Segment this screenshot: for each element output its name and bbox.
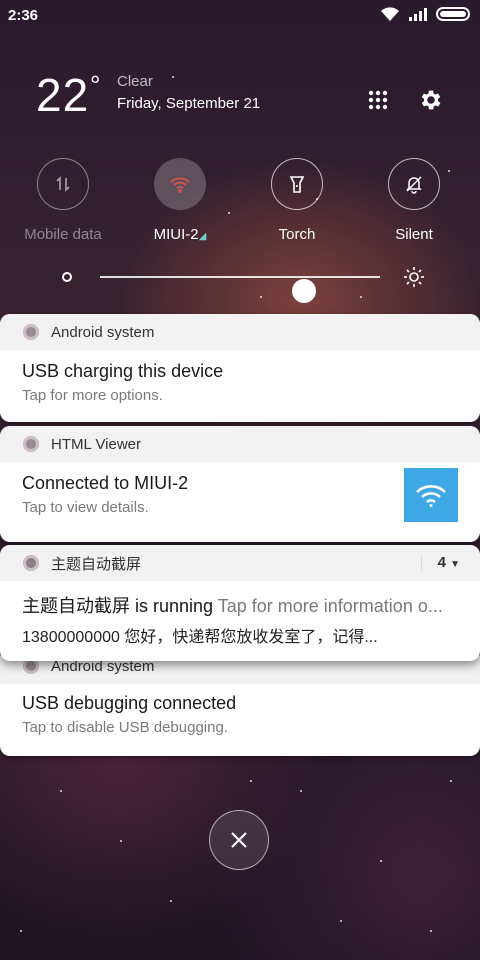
- notification-app-name: HTML Viewer: [51, 435, 142, 453]
- android-system-icon: [23, 324, 39, 340]
- expand-triangle-icon: ▼: [450, 559, 460, 570]
- toggle-mobile-data[interactable]: Mobile data: [8, 158, 118, 243]
- brightness-slider[interactable]: [100, 276, 380, 303]
- notification-text: Tap to disable USB debugging.: [22, 719, 228, 736]
- notification-usb-charging[interactable]: Android system USB charging this device …: [0, 314, 480, 422]
- notification-title: USB debugging connected: [22, 693, 237, 713]
- wifi-status-icon: [380, 6, 400, 22]
- notification-title: Connected to MIUI-2: [22, 473, 189, 493]
- close-icon: [231, 832, 247, 848]
- notification-count: 4: [437, 554, 446, 571]
- notification-app-name: 主题自动截屏: [51, 555, 142, 573]
- notification-title: USB charging this device: [22, 361, 224, 381]
- toggle-silent[interactable]: Silent: [359, 158, 469, 243]
- toggle-label: Silent: [395, 226, 433, 243]
- html-viewer-icon: [23, 436, 39, 452]
- notification-count-button[interactable]: 4 ▼: [438, 554, 460, 571]
- temperature: 22: [36, 69, 90, 121]
- brightness-low-icon: [62, 272, 72, 282]
- brightness-slider-knob[interactable]: [292, 279, 317, 303]
- notification-app-name: Android system: [51, 323, 155, 341]
- battery-icon: [436, 6, 472, 22]
- clear-all-button[interactable]: [209, 810, 269, 870]
- notification-text: Tap to view details.: [22, 499, 149, 516]
- toggle-label: Torch: [278, 226, 316, 243]
- brightness-row: [0, 262, 480, 303]
- wifi-notification-icon: [404, 468, 458, 522]
- notification-text: 13800000000 您好，快递帮您放收发室了，记得...: [22, 629, 378, 646]
- toggle-torch[interactable]: Torch: [242, 158, 352, 243]
- notification-title-suffix: Tap for more information o...: [217, 596, 443, 616]
- date-label: Friday, September 21: [117, 95, 261, 112]
- grid-icon: [368, 90, 388, 110]
- torch-icon: [289, 176, 305, 193]
- bell-off-icon: [406, 176, 422, 194]
- status-time: 2:36: [8, 7, 39, 24]
- brightness-high-icon: [404, 267, 424, 287]
- toggle-label: MIUI-2: [153, 226, 199, 243]
- signal-icon: [408, 6, 428, 22]
- status-bar: 2:36: [0, 0, 480, 32]
- signal-triangle-icon: ◢: [198, 231, 207, 242]
- notification-usb-debugging[interactable]: Android system USB debugging connected T…: [0, 648, 480, 756]
- degree-symbol: °: [90, 70, 101, 100]
- toggle-grid-button[interactable]: [364, 86, 392, 114]
- notification-title: 主题自动截屏 is running: [22, 596, 214, 616]
- notification-text: Tap for more options.: [22, 387, 163, 404]
- settings-button[interactable]: [417, 86, 445, 114]
- toggle-wifi[interactable]: MIUI-2◢: [125, 158, 235, 243]
- notification-wifi-connected[interactable]: HTML Viewer Connected to MIUI-2 Tap to v…: [0, 426, 480, 542]
- gear-icon: [421, 90, 441, 110]
- weather-condition: Clear: [117, 73, 153, 90]
- toggle-label: Mobile data: [24, 226, 102, 243]
- mobile-data-icon: [56, 176, 70, 192]
- notification-theme-screenshot[interactable]: 主题自动截屏 4 ▼ 主题自动截屏 is running Tap for mor…: [0, 545, 480, 661]
- theme-app-icon: [23, 555, 39, 571]
- notification-title-line: 主题自动截屏 is running Tap for more informati…: [22, 592, 462, 618]
- wifi-icon: [170, 177, 190, 193]
